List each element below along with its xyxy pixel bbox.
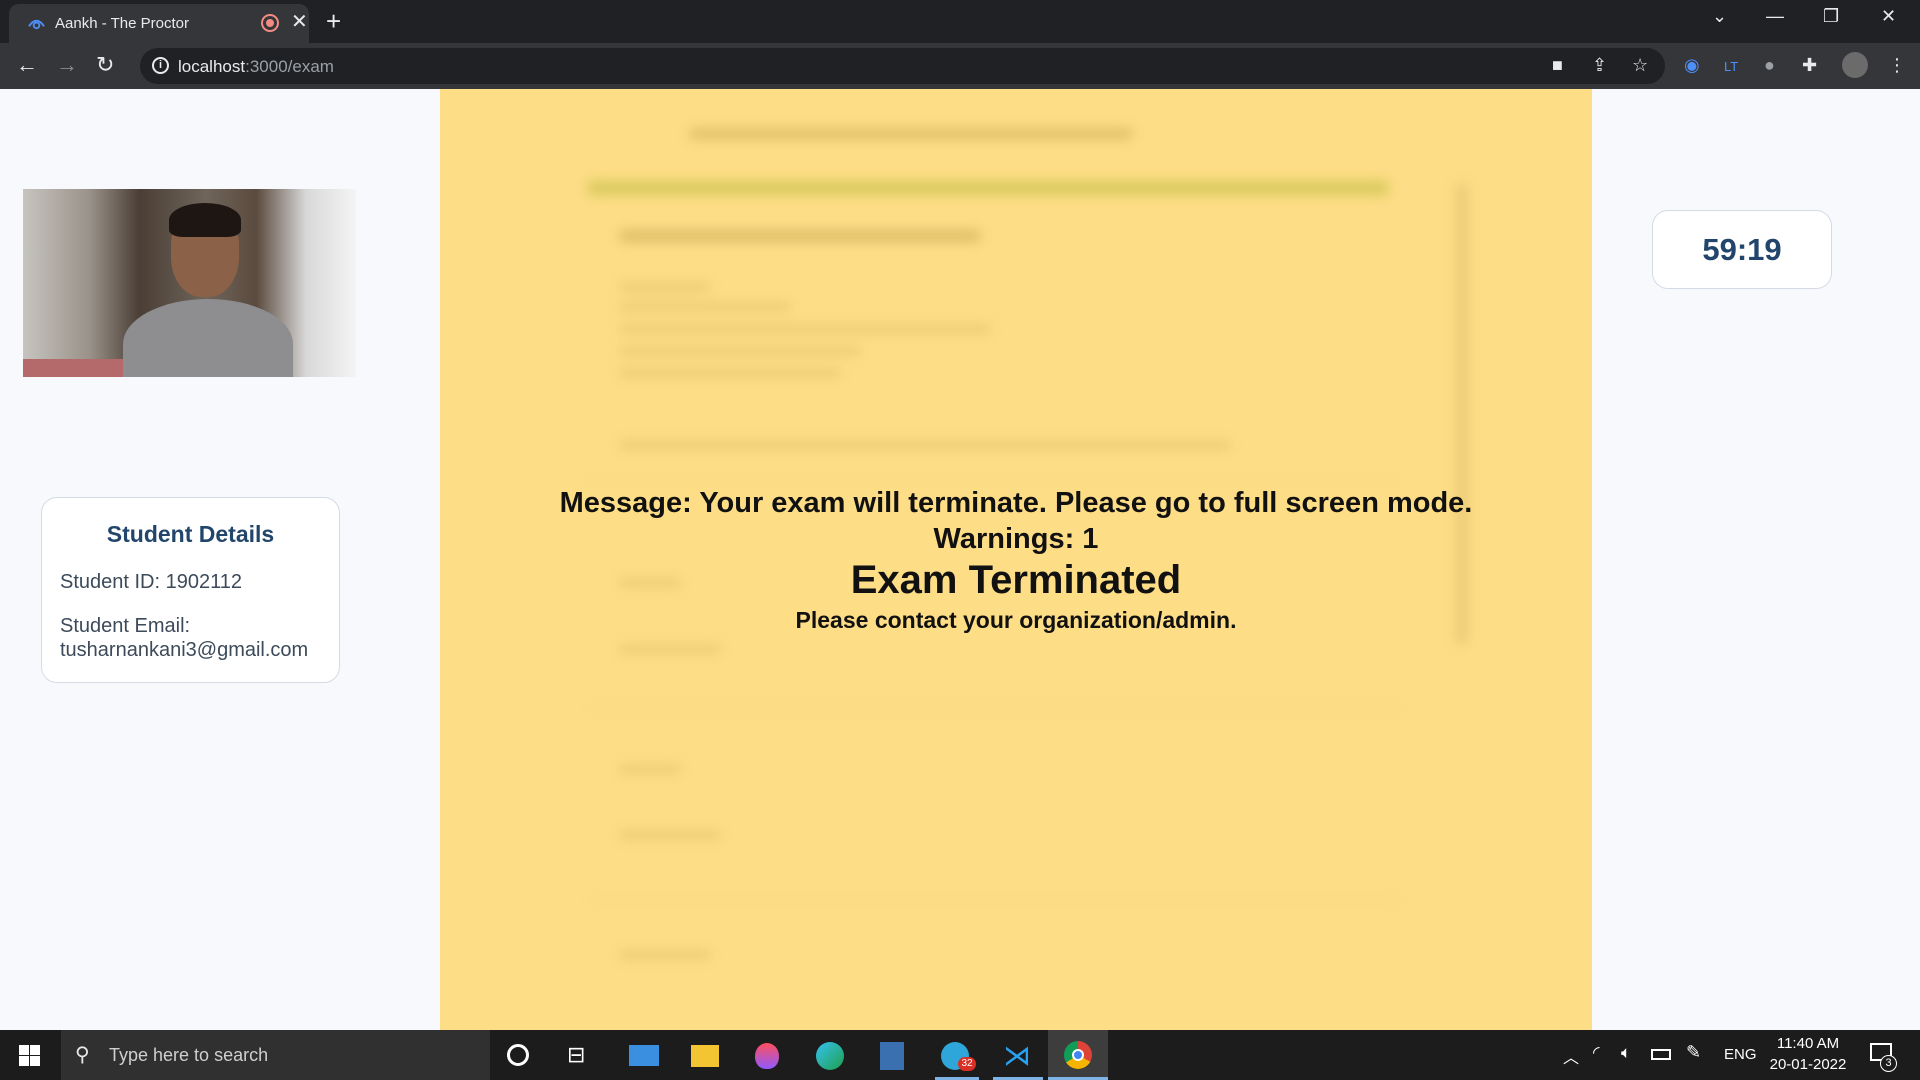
browser-tab[interactable]: Aankh - The Proctor ✕ [9, 4, 309, 43]
blurred-form-heading: ▬▬▬▬▬▬▬▬▬ [620, 207, 980, 251]
language-indicator[interactable]: ENG [1724, 1046, 1757, 1063]
blurred-separator [590, 479, 1400, 481]
blurred-line [620, 325, 990, 333]
blurred-line [620, 283, 710, 291]
forward-button[interactable]: → [56, 53, 78, 77]
webcam-person-hair [169, 203, 241, 237]
extension-lt-icon[interactable]: LT [1724, 57, 1738, 77]
new-tab-button[interactable]: + [326, 7, 341, 35]
blurred-progress-bar [588, 181, 1388, 195]
exam-page: Student Details Student ID: 1902112 Stud… [0, 89, 1920, 1030]
eye-favicon-icon [28, 19, 45, 30]
blurred-separator [590, 899, 1400, 901]
webcam-background-bed [23, 359, 123, 377]
student-id: Student ID: 1902112 [60, 571, 242, 593]
extensions-puzzle-icon[interactable]: ✚ [1802, 55, 1817, 75]
taskbar-search-box[interactable]: ⚲ Type here to search [61, 1030, 490, 1080]
address-bar[interactable]: i localhost:3000/exam [140, 48, 1665, 84]
terminate-message: Message: Your exam will terminate. Pleas… [559, 487, 1473, 519]
extension-eye-icon[interactable]: ◉ [1684, 55, 1700, 75]
share-icon[interactable]: ⇪ [1592, 55, 1607, 75]
tab-title: Aankh - The Proctor [55, 15, 189, 32]
bookmark-star-icon[interactable]: ☆ [1632, 55, 1648, 75]
reload-button[interactable]: ↻ [96, 53, 114, 77]
volume-icon[interactable]: 🔈︎ [1621, 1043, 1631, 1063]
student-email-label: Student Email: [60, 615, 191, 637]
vscode-icon[interactable]: ⋊ [1003, 1042, 1031, 1070]
webcam-feed [23, 189, 356, 377]
student-details-card: Student Details Student ID: 1902112 Stud… [41, 497, 340, 683]
profile-avatar[interactable] [1842, 52, 1868, 78]
clock-date[interactable]: 20-01-2022 [1766, 1056, 1850, 1073]
blurred-line [620, 951, 710, 959]
firefox-icon[interactable] [755, 1043, 779, 1069]
pen-icon[interactable]: ✎ [1686, 1042, 1701, 1063]
blurred-title: ▬▬▬▬▬▬▬▬▬▬▬▬▬ [690, 109, 1132, 147]
menu-kebab-icon[interactable]: ⋮ [1888, 55, 1906, 75]
battery-icon[interactable] [1651, 1049, 1671, 1060]
student-email-value: tusharnankani3@gmail.com [60, 639, 309, 661]
search-icon: ⚲ [75, 1044, 90, 1066]
mail-app-icon[interactable] [629, 1045, 659, 1066]
exam-timer: 59:19 [1652, 210, 1832, 289]
student-details-heading: Student Details [106, 521, 275, 547]
chrome-icon-center [1072, 1049, 1084, 1061]
windows-taskbar: ⚲ Type here to search ⊟ 32 ⋊ ︿ ◜ 🔈︎ ✎ EN… [0, 1030, 1920, 1080]
recording-indicator-icon [263, 16, 277, 30]
webcam-person-shirt [123, 299, 293, 377]
exam-terminated-heading: Exam Terminated [850, 558, 1182, 602]
extension-icon[interactable]: ● [1764, 55, 1775, 75]
blurred-line [620, 645, 720, 653]
notification-count: 3 [1880, 1055, 1897, 1072]
taskbar-search-placeholder: Type here to search [109, 1045, 269, 1065]
chrome-taskbar-button[interactable] [1048, 1030, 1108, 1080]
restore-button[interactable]: ❐ [1823, 6, 1839, 27]
url-host: localhost [178, 57, 246, 76]
minimize-button[interactable]: — [1766, 6, 1784, 27]
close-window-button[interactable]: ✕ [1881, 6, 1896, 27]
blurred-line [620, 303, 790, 311]
clock-time[interactable]: 11:40 AM [1772, 1035, 1844, 1052]
network-icon[interactable]: ◜ [1593, 1043, 1600, 1063]
windows-start-icon[interactable] [19, 1045, 40, 1066]
tab-search-button[interactable]: ⌄ [1712, 6, 1727, 27]
url-text: localhost:3000/exam [178, 57, 334, 77]
blurred-line [620, 369, 840, 377]
termination-overlay: ▬▬▬▬▬▬▬▬▬▬▬▬▬ ▬▬▬▬▬▬▬▬▬ Message: Your ex… [440, 89, 1592, 1030]
browser-toolbar: ← → ↻ i localhost:3000/exam ■ ⇪ ☆ ◉ LT ●… [0, 43, 1920, 89]
file-explorer-icon[interactable] [691, 1045, 719, 1067]
camera-in-use-icon[interactable]: ■ [1552, 55, 1563, 75]
calculator-icon[interactable] [880, 1042, 904, 1070]
url-path: :3000/exam [245, 57, 334, 76]
show-hidden-icons[interactable]: ︿ [1563, 1044, 1579, 1068]
blurred-separator [590, 709, 1400, 711]
browser-tab-bar: Aankh - The Proctor ✕ + ⌄ — ❐ ✕ [0, 0, 1920, 43]
blurred-line [620, 765, 680, 773]
blurred-line [620, 347, 860, 355]
blurred-line [620, 831, 720, 839]
cortana-icon[interactable] [507, 1044, 529, 1066]
site-info-icon[interactable]: i [152, 57, 169, 74]
telegram-badge: 32 [958, 1057, 976, 1071]
tab-close-icon[interactable]: ✕ [291, 12, 308, 32]
warnings-count: Warnings: 1 [933, 523, 1099, 555]
task-view-icon[interactable]: ⊟ [567, 1042, 585, 1068]
blurred-line [620, 441, 1230, 449]
edge-icon[interactable] [816, 1042, 844, 1070]
back-button[interactable]: ← [16, 53, 38, 77]
contact-admin-text: Please contact your organization/admin. [795, 607, 1237, 633]
